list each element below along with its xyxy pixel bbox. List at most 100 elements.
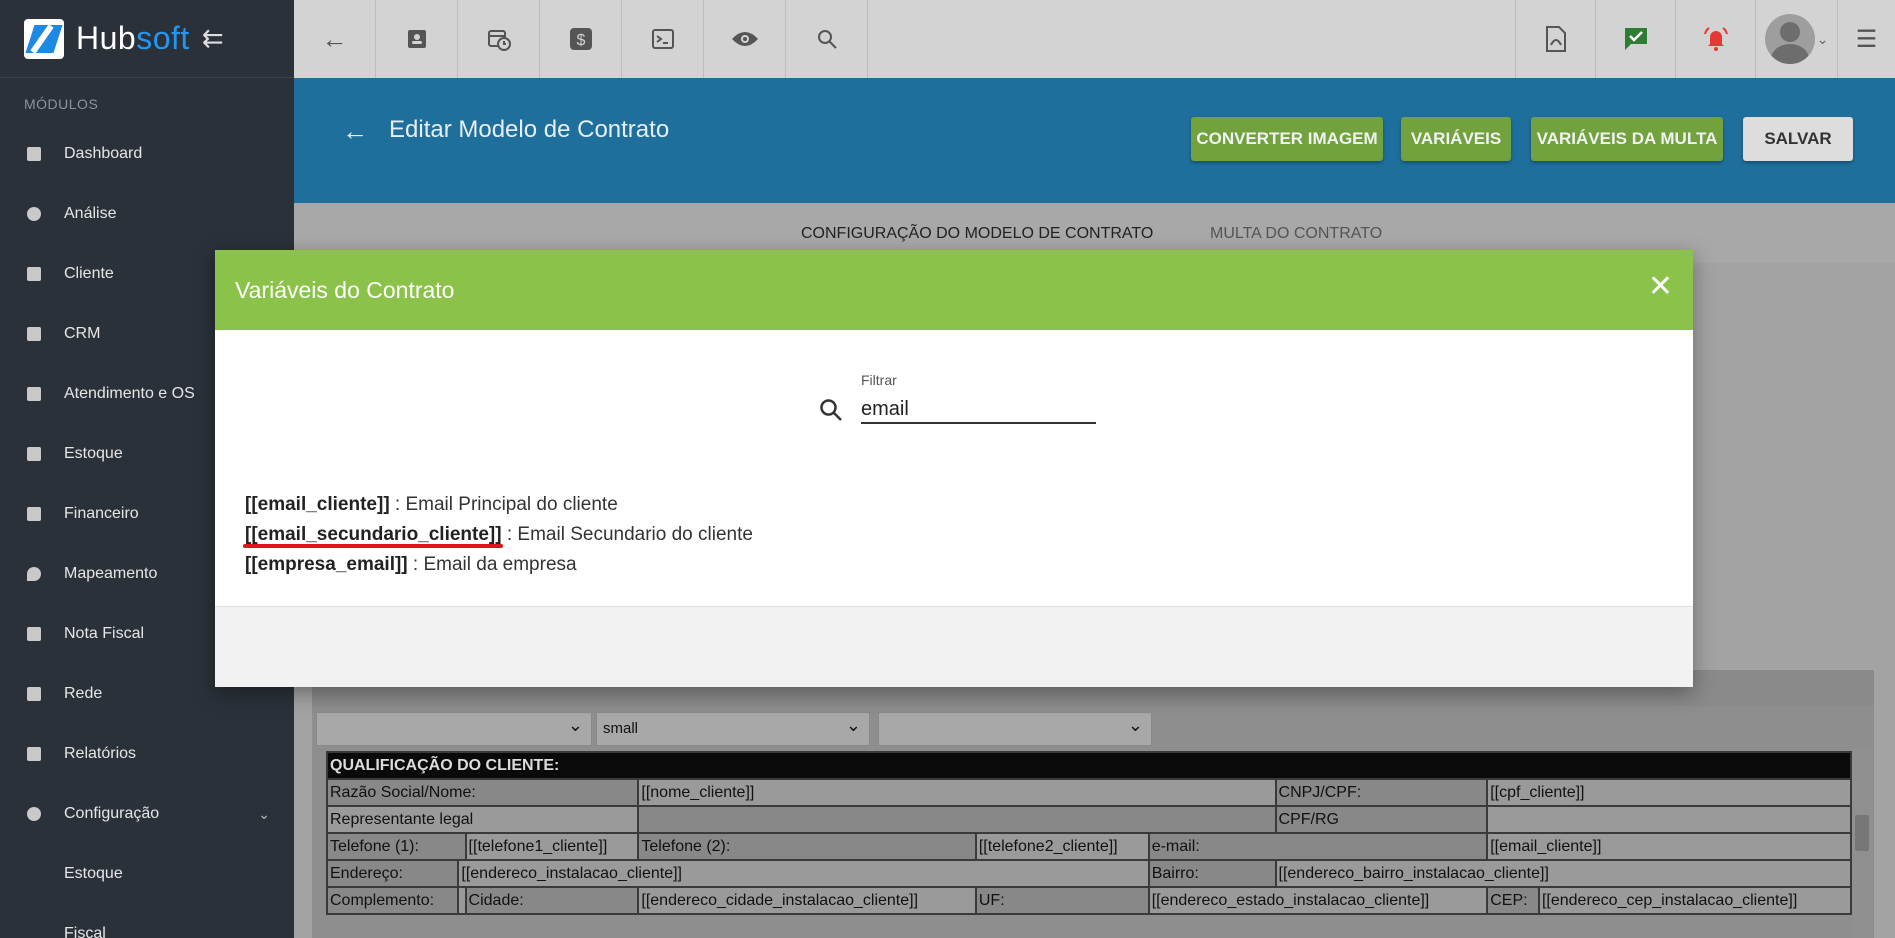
contacts-button[interactable] [376,0,458,78]
dashboard-icon [25,145,43,163]
back-arrow-button[interactable]: ← [294,0,376,78]
client-qualification-table[interactable]: QUALIFICAÇÃO DO CLIENTE: Razão Social/No… [325,751,1853,915]
table-cell: Razão Social/Nome: [325,778,640,807]
svg-text:$: $ [576,32,585,49]
alerts-button[interactable] [1675,0,1755,78]
sidebar-item-relatorios[interactable]: Relatórios [0,724,294,784]
search-button[interactable] [786,0,868,78]
pdf-file-icon [1545,26,1566,52]
table-heading: QUALIFICAÇÃO DO CLIENTE: [326,751,1852,780]
pie-chart-icon [25,205,43,223]
variaveis-button[interactable]: VARIÁVEIS [1401,117,1511,161]
calendar-button[interactable] [458,0,540,78]
table-cell: Representante legal [325,805,640,834]
table-cell: [[telefone1_cliente]] [464,832,640,861]
filter-field: Filtrar [818,372,1118,432]
tab-multa[interactable]: MULTA DO CONTRATO [1210,225,1382,243]
eye-icon [731,32,758,46]
contact-card-icon [25,265,43,283]
page-header: ← Editar Modelo de Contrato CONVERTER IM… [294,78,1895,203]
collapse-sidebar-icon[interactable]: ⇇ [202,23,224,54]
table-cell: [[endereco_cep_instalacao_cliente]] [1537,886,1853,915]
contract-editor: small QUALIFICAÇÃO DO CLIENTE: Razão Soc… [312,670,1874,938]
avatar [1764,14,1815,64]
filter-label: Filtrar [861,372,897,388]
pdf-button[interactable] [1515,0,1595,78]
variables-modal: Variáveis do Contrato ✕ Filtrar [[email_… [215,250,1693,687]
editor-scrollbar-thumb[interactable] [1855,815,1869,851]
table-cell: CNPJ/CPF: [1274,778,1489,807]
gear-icon [25,805,43,823]
table-cell: [[cpf_cliente]] [1486,778,1852,807]
table-cell: Cidade: [464,886,640,915]
search-icon [817,30,837,49]
terminal-button[interactable] [622,0,704,78]
arrow-left-icon: ← [321,23,348,54]
tab-configuracao[interactable]: CONFIGURAÇÃO DO MODELO DE CONTRATO [801,225,1153,243]
table-cell: [[email_cliente]] [1486,832,1852,861]
table-cell: [[endereco_instalacao_cliente]] [457,859,1150,888]
table-cell [637,805,1277,834]
format-select[interactable] [316,712,592,746]
variaveis-multa-button[interactable]: VARIÁVEIS DA MULTA [1531,117,1723,161]
table-cell: Telefone (2): [637,832,977,861]
bell-alert-icon [1703,27,1728,51]
table-cell: [[nome_cliente]] [637,778,1277,807]
modules-section-label: MÓDULOS [24,96,99,112]
report-icon [25,745,43,763]
contact-card-icon [407,30,426,48]
table-cell [1486,805,1852,834]
map-pin-icon [25,565,43,583]
list-icon: ☰ [1855,25,1878,53]
list-item[interactable]: [[empresa_email]] : Email da empresa [245,550,753,580]
server-icon [25,685,43,703]
converter-imagem-button[interactable]: CONVERTER IMAGEM [1191,117,1383,161]
receipt-icon [25,625,43,643]
sidebar-subitem-estoque[interactable]: Estoque [0,844,294,904]
table-cell: [[telefone2_cliente]] [974,832,1150,861]
red-highlight-underline [243,544,503,548]
table-cell: [[endereco_estado_instalacao_cliente]] [1147,886,1489,915]
salvar-button[interactable]: SALVAR [1743,117,1853,161]
table-cell: Bairro: [1147,859,1277,888]
back-arrow-icon[interactable]: ← [342,116,368,147]
check-message-icon [1624,28,1647,50]
table-cell: Telefone (1): [326,832,467,861]
hubsoft-logo-icon[interactable] [24,18,64,59]
sidebar-subitem-fiscal[interactable]: Fiscal [0,904,294,938]
close-icon[interactable]: ✕ [1648,272,1673,302]
kanban-icon [25,325,43,343]
table-cell: CPF/RG [1274,805,1489,834]
modal-header: Variáveis do Contrato ✕ [215,250,1693,330]
filter-input[interactable] [861,390,1096,424]
calendar-clock-icon [487,30,511,51]
font-size-select[interactable]: small [596,712,870,746]
table-cell: Endereço: [325,859,460,888]
font-family-select[interactable] [878,712,1152,746]
sidebar-item-dashboard[interactable]: Dashboard [0,124,294,184]
table-cell: [[endereco_bairro_instalacao_cliente]] [1274,859,1853,888]
calendar-clock-icon [25,385,43,403]
sidebar-item-configuracao[interactable]: Configuração ⌄ [0,784,294,844]
brand-name: Hubsoft [76,20,190,56]
chevron-down-icon: ⌄ [258,805,270,822]
variables-list: [[email_cliente]] : Email Principal do c… [245,490,753,580]
user-menu-button[interactable]: ⌄ [1755,0,1837,78]
view-button[interactable] [704,0,786,78]
tasks-button[interactable] [1595,0,1675,78]
finance-button[interactable]: $ [540,0,622,78]
sidebar-item-analise[interactable]: Análise [0,184,294,244]
page-title: Editar Modelo de Contrato [389,116,670,143]
box-icon [25,445,43,463]
search-icon [820,399,842,421]
table-cell: CEP: [1486,886,1540,915]
list-item[interactable]: [[email_cliente]] : Email Principal do c… [245,490,753,520]
money-icon [25,505,43,523]
modal-title: Variáveis do Contrato [235,276,455,303]
table-cell: UF: [974,886,1150,915]
menu-list-button[interactable]: ☰ [1837,0,1895,78]
modal-footer [215,606,1693,687]
table-cell: [[endereco_cidade_instalacao_cliente]] [637,886,977,915]
top-toolbar: ← $ ⌄ ☰ [294,0,1895,78]
dollar-icon: $ [569,28,592,50]
